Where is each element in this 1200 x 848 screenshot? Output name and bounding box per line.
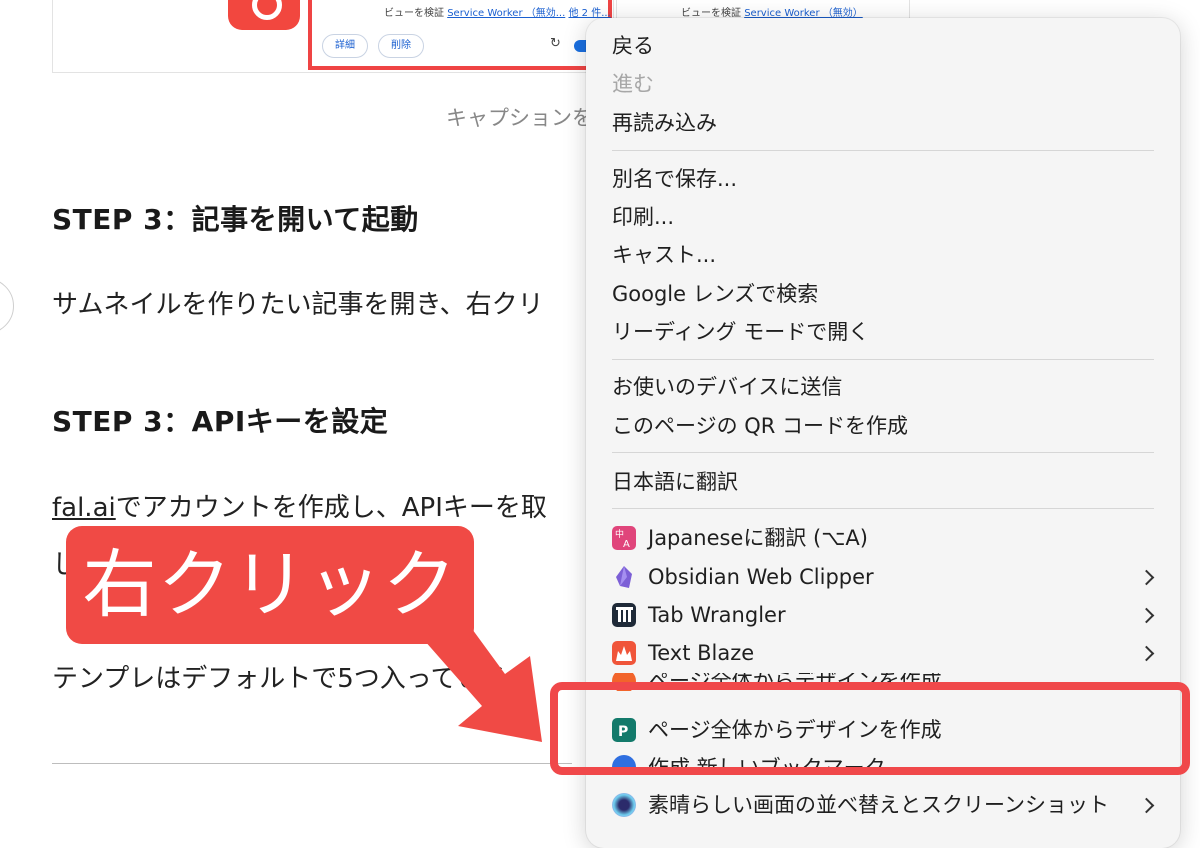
chevron-right-icon	[1140, 558, 1154, 596]
menu-item-back[interactable]: 戻る	[612, 27, 654, 65]
translate-icon: 中A	[612, 526, 636, 550]
menu-item-print[interactable]: 印刷...	[612, 198, 674, 236]
menu-separator	[612, 770, 1154, 771]
menu-item-cast[interactable]: キャスト...	[612, 236, 716, 274]
svg-text:P: P	[618, 724, 628, 740]
step3-heading-api: STEP 3：APIキーを設定	[52, 405, 389, 438]
reload-icon[interactable]: ↻	[550, 36, 561, 51]
menu-item-label: 素晴らしい画面の並べ替えとスクリーンショット	[648, 793, 1109, 817]
p-icon: P	[612, 718, 636, 742]
text-blaze-icon	[612, 641, 636, 665]
verify-views: ビューを検証 Service Worker （無効... 他 2 件...	[384, 4, 611, 19]
remove-button[interactable]: 削除	[378, 34, 424, 58]
menu-item-reload[interactable]: 再読み込み	[612, 104, 717, 142]
menu-item-label: Text Blaze	[648, 641, 755, 665]
menu-separator	[612, 508, 1154, 509]
menu-item-google-lens[interactable]: Google レンズで検索	[612, 275, 818, 313]
menu-separator	[612, 359, 1154, 360]
side-scroll-button[interactable]	[0, 278, 14, 334]
service-worker-link[interactable]: Service Worker （無効...	[447, 8, 565, 19]
extension-details-panel-2: ビューを検証 Service Worker （無効）	[616, 0, 910, 20]
menu-item-send-to-devices[interactable]: お使いのデバイスに送信	[612, 368, 842, 406]
screenshot-icon	[612, 793, 636, 817]
step3-paragraph-api: fal.aiでアカウントを作成し、APIキーを取	[52, 487, 547, 524]
menu-item-forward: 進む	[612, 72, 654, 96]
verify-views-2: ビューを検証 Service Worker （無効）	[681, 4, 863, 19]
chevron-right-icon	[1140, 786, 1154, 824]
svg-text:A: A	[623, 539, 630, 550]
extension-details-panel: ビューを検証 Service Worker （無効... 他 2 件... 詳細…	[308, 0, 612, 70]
image-caption: キャプションを	[446, 106, 593, 130]
step3-heading-open: STEP 3：記事を開いて起動	[52, 203, 419, 236]
bookmark-icon	[612, 755, 636, 767]
chevron-right-icon	[1140, 634, 1154, 672]
step3-paragraph-open: サムネイルを作りたい記事を開き、右クリ	[52, 290, 544, 320]
context-menu: 戻る 進む 再読み込み 別名で保存... 印刷... キャスト... Googl…	[586, 18, 1180, 848]
obsidian-icon	[612, 565, 636, 589]
tab-wrangler-icon	[612, 603, 636, 627]
chevron-right-icon	[1140, 596, 1154, 634]
menu-item-label: Japaneseに翻訳 (⌥A)	[648, 526, 868, 550]
menu-item-label: ページ全体からデザインを作成	[648, 718, 942, 742]
menu-item-create-design-canva[interactable]: ページ全体からデザインを作成	[586, 673, 1180, 691]
template-paragraph: テンプレはデフォルトで5つ入っているの	[52, 664, 535, 694]
menu-item-new-bookmark[interactable]: 作成 新しいブックマーク	[586, 753, 1180, 767]
menu-item-label: 作成 新しいブックマーク	[648, 753, 886, 767]
menu-item-qr-code[interactable]: このページの QR コードを作成	[612, 407, 908, 445]
details-button[interactable]: 詳細	[322, 34, 368, 58]
menu-separator	[612, 452, 1154, 453]
menu-item-save-as[interactable]: 別名で保存...	[612, 160, 737, 198]
canva-icon	[612, 673, 636, 691]
divider	[52, 763, 572, 764]
menu-item-label: ページ全体からデザインを作成	[648, 673, 942, 691]
fal-ai-link[interactable]: fal.ai	[52, 493, 116, 523]
menu-item-translate[interactable]: 日本語に翻訳	[612, 463, 738, 501]
extension-logo-icon	[228, 0, 300, 30]
menu-item-reading-mode[interactable]: リーディング モードで開く	[612, 313, 869, 351]
right-click-callout: 右クリック	[66, 526, 474, 644]
menu-separator	[612, 150, 1154, 151]
menu-item-label: Obsidian Web Clipper	[648, 565, 874, 589]
step3-paragraph-api-text: でアカウントを作成し、APIキーを取	[115, 493, 547, 523]
menu-item-label: Tab Wrangler	[648, 603, 786, 627]
verify-label: ビューを検証	[384, 8, 444, 19]
